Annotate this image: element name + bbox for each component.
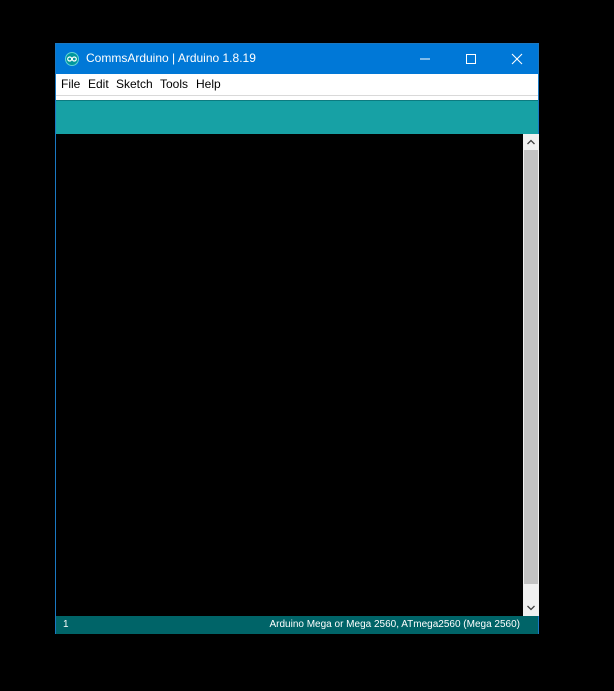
minimize-icon (420, 58, 430, 60)
status-bar: 1 Arduino Mega or Mega 2560, ATmega2560 … (56, 616, 538, 634)
scroll-down-button[interactable] (523, 600, 539, 616)
scroll-up-button[interactable] (523, 134, 539, 150)
menu-edit[interactable]: Edit (88, 77, 109, 91)
toolbar-band (56, 100, 538, 134)
board-info: Arduino Mega or Mega 2560, ATmega2560 (M… (269, 619, 520, 630)
chevron-down-icon (527, 605, 535, 611)
scroll-thumb[interactable] (524, 150, 538, 584)
menu-file[interactable]: File (61, 77, 80, 91)
chevron-up-icon (527, 139, 535, 145)
vertical-scrollbar[interactable] (523, 134, 539, 616)
menu-bar: File Edit Sketch Tools Help (56, 74, 538, 96)
close-button[interactable] (494, 44, 540, 74)
title-bar[interactable]: CommsArduino | Arduino 1.8.19 (56, 44, 538, 74)
menu-help[interactable]: Help (196, 77, 221, 91)
code-editor[interactable] (56, 134, 523, 616)
maximize-icon (466, 54, 476, 64)
menu-tools[interactable]: Tools (160, 77, 188, 91)
menu-sketch[interactable]: Sketch (116, 77, 153, 91)
arduino-ide-window: CommsArduino | Arduino 1.8.19 File Edit … (55, 43, 539, 634)
window-title: CommsArduino | Arduino 1.8.19 (86, 51, 256, 65)
maximize-button[interactable] (448, 44, 494, 74)
toolbar (56, 96, 538, 134)
arduino-infinity-icon (65, 52, 79, 66)
close-icon (511, 53, 523, 65)
line-number: 1 (63, 619, 69, 630)
minimize-button[interactable] (402, 44, 448, 74)
